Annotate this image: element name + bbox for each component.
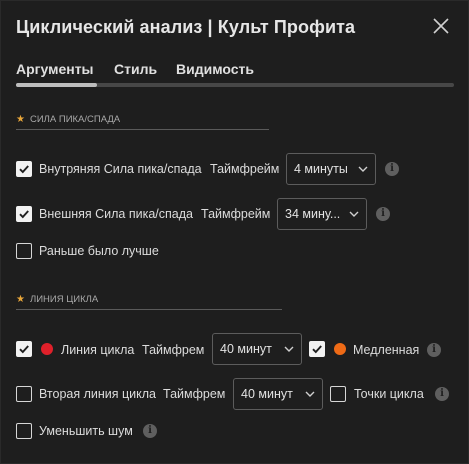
section-header-cycle: ★ ЛИНИЯ ЦИКЛА xyxy=(16,294,98,310)
reduce-noise-checkbox[interactable] xyxy=(16,423,32,439)
cycle-line-checkbox[interactable] xyxy=(16,341,32,357)
external-peak-label: Внешняя Сила пика/спада xyxy=(39,207,193,221)
chevron-down-icon xyxy=(358,166,368,172)
cycle-line-label: Линия цикла xyxy=(61,343,135,357)
cycle-timeframe-label: Таймфрем xyxy=(142,343,205,357)
chevron-down-icon xyxy=(349,211,359,217)
info-icon[interactable]: i xyxy=(427,343,441,357)
second-timeframe-label: Таймфрем xyxy=(163,387,226,401)
settings-dialog: Циклический анализ | Культ Профита Аргум… xyxy=(0,0,469,464)
cycle-points-label: Точки цикла xyxy=(354,387,424,401)
slow-checkbox[interactable] xyxy=(309,341,325,357)
tab-style[interactable]: Стиль xyxy=(114,61,157,77)
second-cycle-line-label: Вторая линия цикла xyxy=(39,387,157,401)
info-icon[interactable]: i xyxy=(376,207,390,221)
cycle-timeframe-value: 40 минут xyxy=(220,342,272,356)
star-icon: ★ xyxy=(16,294,25,305)
dialog-title: Циклический анализ | Культ Профита xyxy=(16,17,356,37)
internal-timeframe-label: Таймфрейм xyxy=(210,162,280,176)
section-divider xyxy=(16,309,282,310)
info-icon[interactable]: i xyxy=(143,424,157,438)
slow-color-swatch[interactable] xyxy=(334,343,346,355)
second-timeframe-value: 40 минут xyxy=(241,387,293,401)
section-header-peak: ★ СИЛА ПИКА/СПАДА xyxy=(16,114,120,130)
internal-timeframe-value: 4 минуты xyxy=(294,162,348,176)
second-timeframe-select[interactable]: 40 минут xyxy=(233,378,323,410)
cycle-points-checkbox[interactable] xyxy=(330,386,346,402)
reduce-noise-label: Уменьшить шум xyxy=(39,424,133,438)
info-icon[interactable]: i xyxy=(385,162,399,176)
cycle-line-color-swatch[interactable] xyxy=(41,343,53,355)
tab-visibility[interactable]: Видимость xyxy=(176,61,254,77)
info-icon[interactable]: i xyxy=(435,387,449,401)
external-timeframe-value: 34 мину... xyxy=(285,207,341,221)
cycle-timeframe-select[interactable]: 40 минут xyxy=(212,333,302,365)
section-title-peak: СИЛА ПИКА/СПАДА xyxy=(29,114,121,125)
external-timeframe-label: Таймфрейм xyxy=(201,207,271,221)
chevron-down-icon xyxy=(305,391,315,397)
tab-arguments[interactable]: Аргументы xyxy=(16,61,94,77)
internal-peak-label: Внутряняя Сила пика/спада xyxy=(39,162,202,176)
section-title-cycle: ЛИНИЯ ЦИКЛА xyxy=(29,294,99,305)
close-icon[interactable] xyxy=(431,16,451,36)
chevron-down-icon xyxy=(284,346,294,352)
second-cycle-line-checkbox[interactable] xyxy=(16,386,32,402)
external-timeframe-select[interactable]: 34 мину... xyxy=(277,198,367,230)
section-divider xyxy=(16,129,269,130)
internal-timeframe-select[interactable]: 4 минуты xyxy=(286,153,376,185)
slow-label: Медленная xyxy=(353,343,420,357)
earlier-better-label: Раньше было лучше xyxy=(39,244,159,258)
internal-peak-checkbox[interactable] xyxy=(16,161,32,177)
external-peak-checkbox[interactable] xyxy=(16,206,32,222)
earlier-better-checkbox[interactable] xyxy=(16,243,32,259)
tab-active-indicator xyxy=(16,83,97,87)
star-icon: ★ xyxy=(16,114,25,125)
